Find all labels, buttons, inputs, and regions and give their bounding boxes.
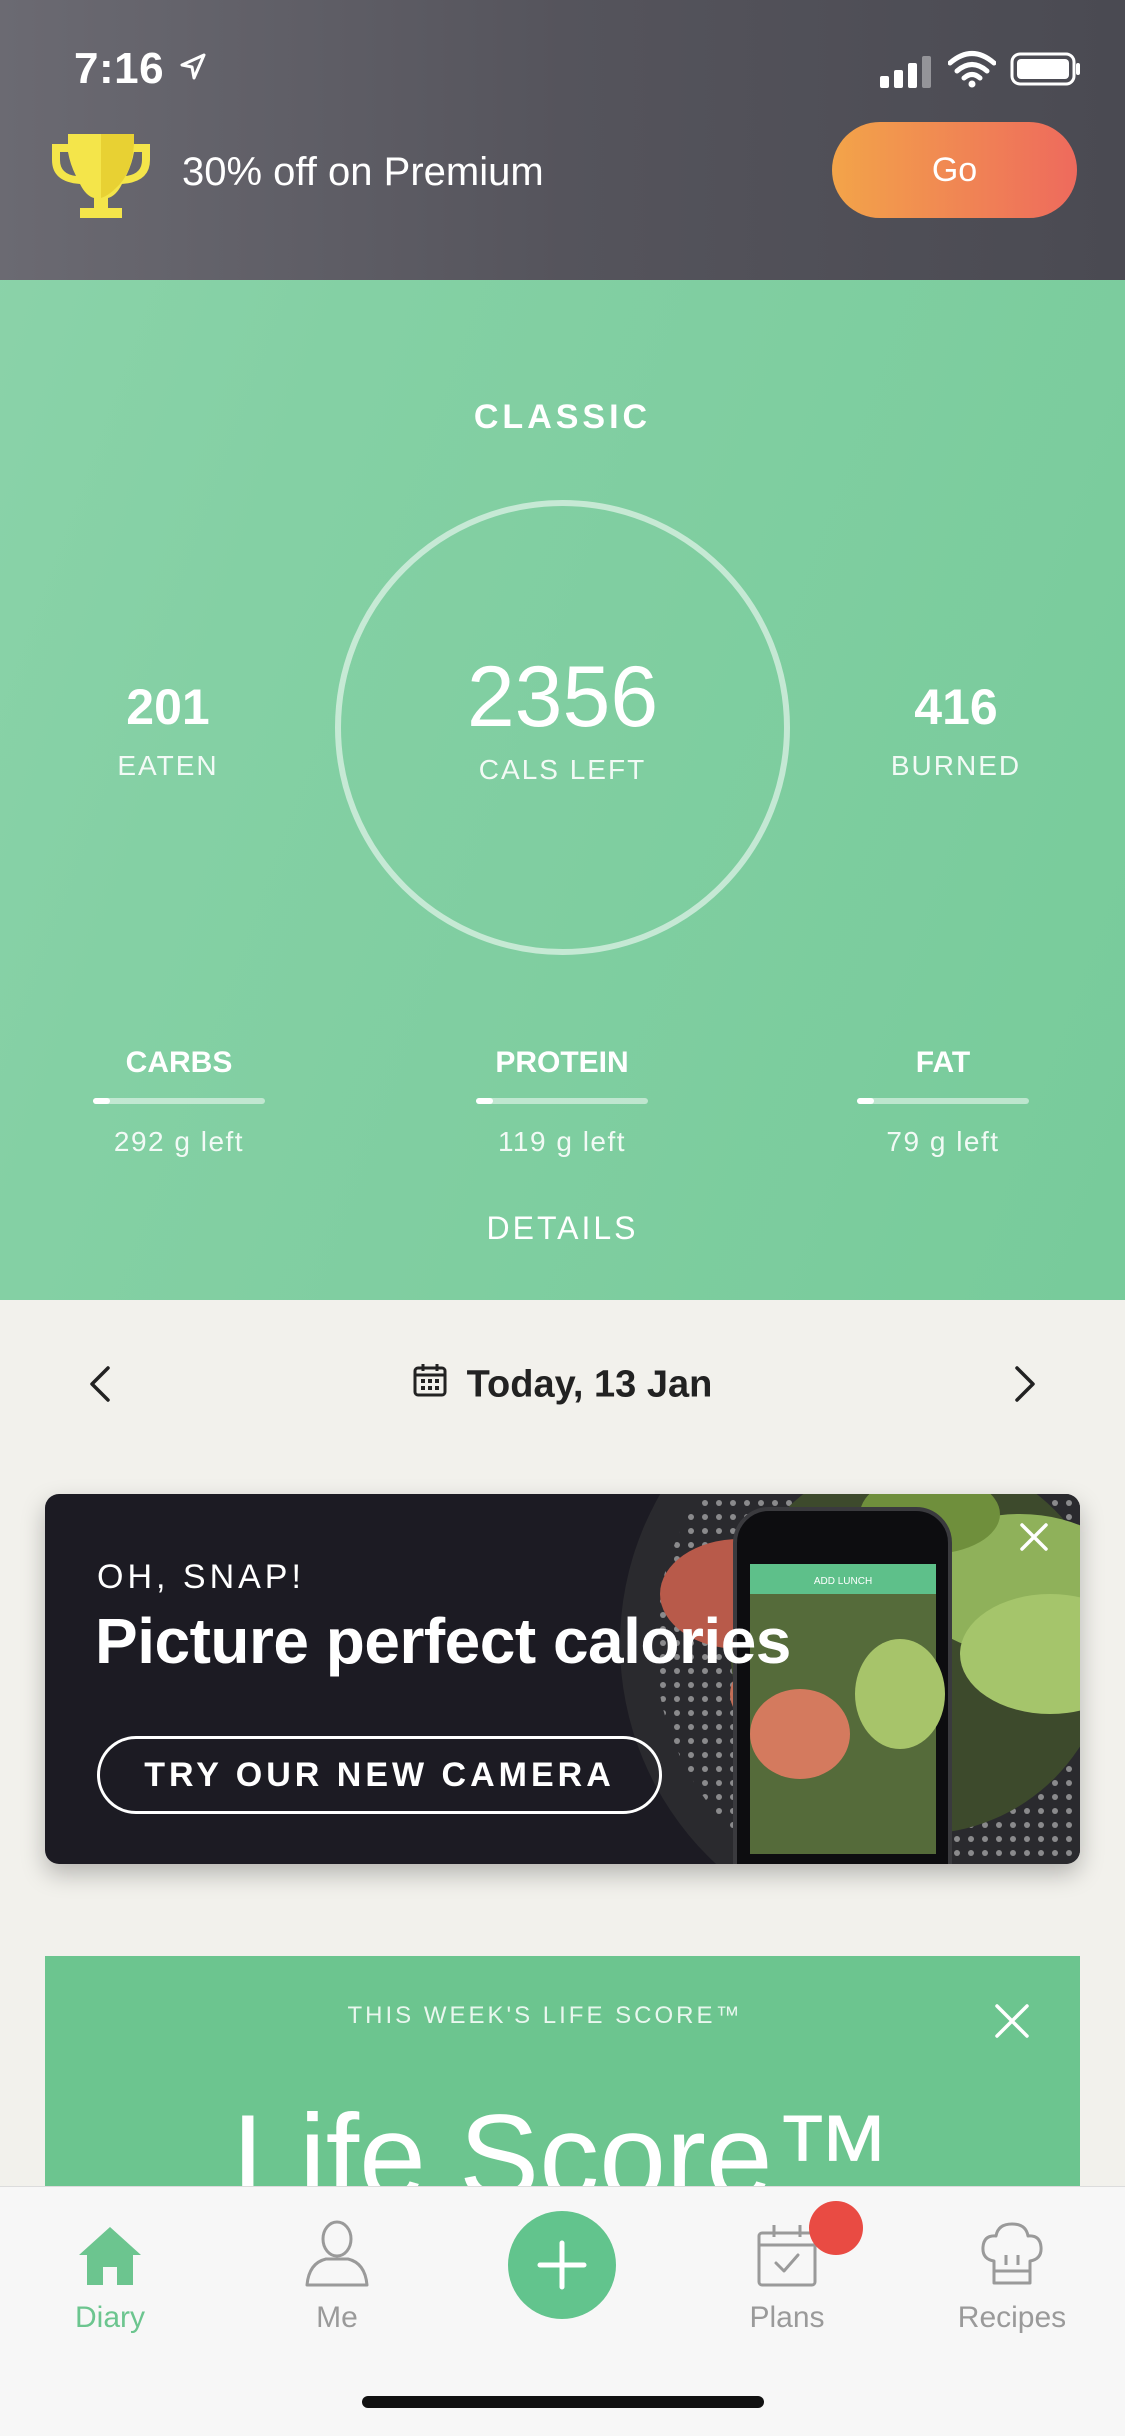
burned-label: BURNED [890, 750, 1022, 781]
plan-name: CLASSIC [473, 398, 652, 436]
calories-left-label: CALS LEFT [478, 754, 647, 785]
camera-promo-eyebrow: OH, SNAP! [97, 1558, 305, 1596]
close-icon [1020, 1523, 1048, 1551]
macro-remaining: 292 g left [113, 1126, 245, 1157]
calendar-check-icon [687, 2201, 887, 2287]
home-icon [10, 2211, 210, 2287]
macro-name: FAT [915, 1046, 971, 1079]
chef-hat-icon [912, 2211, 1112, 2287]
macro-name: CARBS [125, 1046, 233, 1079]
macro-progress-fill [857, 1098, 875, 1104]
macro-remaining: 119 g left [497, 1126, 627, 1157]
promo-text: 30% off on Premium [182, 150, 544, 194]
close-camera-promo-button[interactable] [1009, 1512, 1059, 1562]
location-arrow-icon [178, 52, 208, 87]
tab-recipes[interactable]: Recipes [912, 2211, 1112, 2335]
tab-label: Plans [749, 2301, 825, 2334]
calories-left-value: 2356 [466, 649, 659, 745]
current-date[interactable]: Today, 13 Jan [0, 1362, 1125, 1407]
status-time: 7:16 [74, 44, 165, 93]
camera-promo-title: Picture perfect calories [95, 1605, 791, 1677]
macro-name: PROTEIN [495, 1046, 629, 1079]
status-bar: 7:16 [0, 42, 1125, 102]
tab-me[interactable]: Me [237, 2211, 437, 2335]
battery-icon [1010, 52, 1082, 91]
macro-fat: FAT 79 g left [843, 1046, 1043, 1158]
tab-diary[interactable]: Diary [10, 2211, 210, 2335]
wifi-icon [947, 50, 997, 93]
eaten-label: EATEN [117, 750, 219, 781]
add-entry-button[interactable] [508, 2211, 616, 2319]
next-day-button[interactable] [995, 1354, 1055, 1414]
calorie-summary: CLASSIC 2356 CALS LEFT 201 EATEN 416 BUR… [0, 280, 1125, 1300]
trophy-icon [46, 124, 156, 229]
macro-progress-bar [93, 1098, 265, 1104]
close-life-score-button[interactable] [987, 1996, 1037, 2046]
close-icon [995, 2004, 1029, 2038]
macro-progress-bar [476, 1098, 648, 1104]
date-label: Today, 13 Jan [466, 1363, 713, 1406]
food-plate-phone-image: ADD LUNCH [620, 1494, 1080, 1864]
plus-icon [537, 2240, 587, 2290]
try-camera-button[interactable]: TRY OUR NEW CAMERA [97, 1736, 662, 1814]
details-link[interactable]: DETAILS [0, 1210, 1125, 1247]
person-icon [237, 2211, 437, 2287]
tab-label: Me [316, 2301, 358, 2334]
macro-progress-fill [476, 1098, 494, 1104]
premium-promo-banner: 7:16 30% off on Premium Go [0, 0, 1125, 280]
notification-badge [809, 2201, 863, 2255]
eaten-value: 201 [126, 679, 210, 735]
macro-remaining: 79 g left [886, 1126, 1000, 1157]
macro-progress-bar [857, 1098, 1029, 1104]
burned-value: 416 [914, 679, 998, 735]
cellular-signal-icon [880, 54, 936, 93]
tab-label: Diary [74, 2301, 145, 2334]
chevron-right-icon [1015, 1366, 1035, 1402]
camera-promo-card: ADD LUNCH OH, SNAP! Picture perfect calo… [45, 1494, 1080, 1864]
macro-carbs: CARBS 292 g left [79, 1046, 279, 1158]
go-premium-button[interactable]: Go [832, 122, 1077, 218]
tab-label: Recipes [957, 2301, 1067, 2334]
macro-progress-fill [93, 1098, 111, 1104]
life-score-eyebrow: THIS WEEK'S LIFE SCORE™ [347, 2002, 743, 2029]
calendar-icon [413, 1363, 447, 1407]
phone-screen-header: ADD LUNCH [814, 1576, 872, 1587]
home-indicator [362, 2396, 764, 2408]
macro-protein: PROTEIN 119 g left [462, 1046, 662, 1158]
date-navigation: Today, 13 Jan [0, 1340, 1125, 1430]
tab-plans[interactable]: Plans [687, 2201, 887, 2335]
